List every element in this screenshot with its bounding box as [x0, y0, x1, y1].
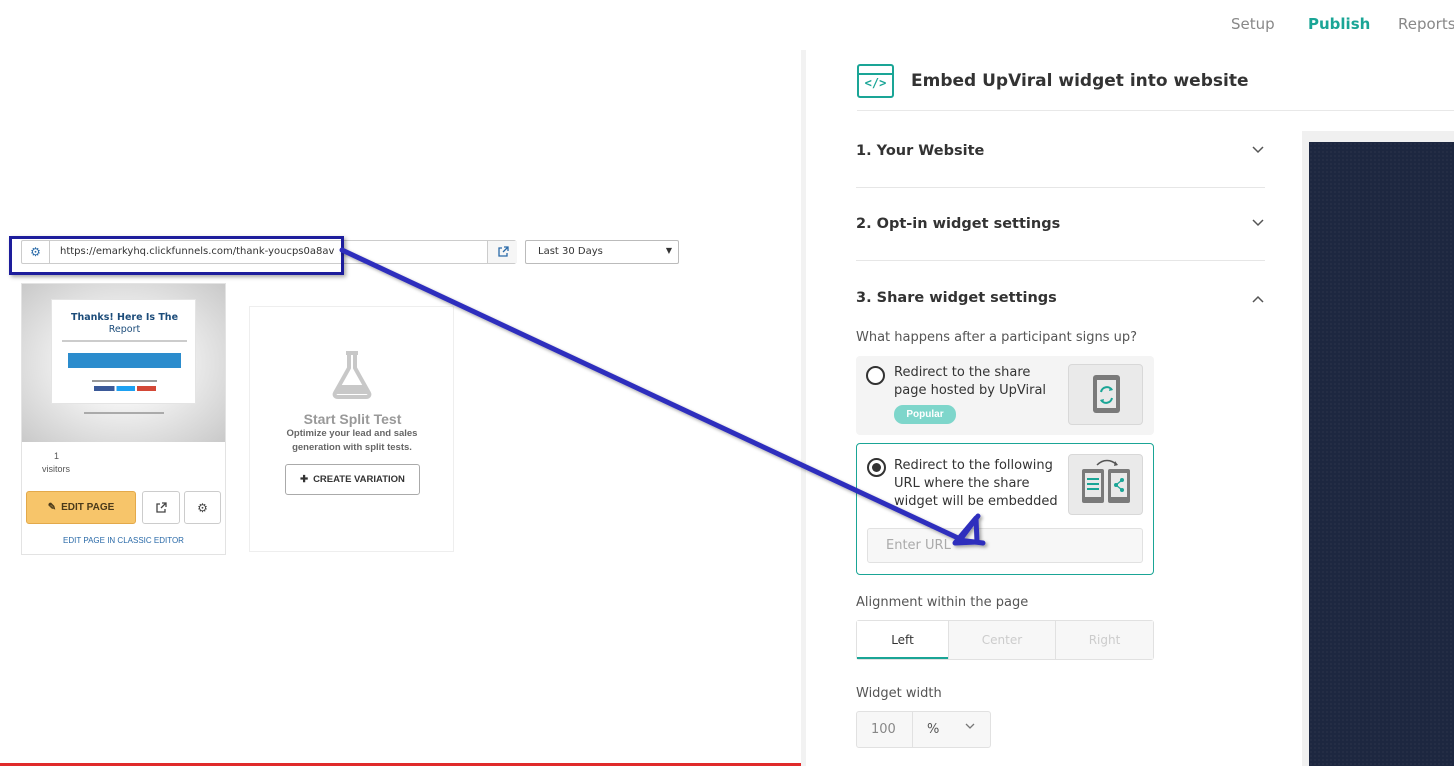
share-url-input[interactable]: Enter URL — [867, 528, 1143, 563]
date-range-value: Last 30 Days — [538, 246, 603, 257]
page-title: Embed UpViral widget into website — [911, 71, 1249, 91]
option1-label: Redirect to the share page hosted by UpV… — [894, 365, 1047, 398]
page-url-text[interactable]: https://emarkyhq.clickfunnels.com/thank-… — [60, 246, 334, 257]
thumbnail-social-buttons — [94, 386, 156, 391]
option-custom-url[interactable]: Redirect to the following URL where the … — [856, 443, 1154, 575]
nav-setup[interactable]: Setup — [1231, 15, 1275, 33]
chevron-up-icon[interactable] — [1252, 292, 1264, 306]
radio-hosted-share-page[interactable] — [866, 366, 885, 385]
nav-reports[interactable]: Reports — [1398, 15, 1454, 33]
section-share-widget[interactable]: 3. Share widget settings — [856, 290, 1057, 306]
gear-icon[interactable]: ⚙ — [22, 241, 50, 263]
page-thumbnail[interactable]: Thanks! Here Is The Report — [22, 284, 225, 442]
classic-editor-link[interactable]: EDIT PAGE IN CLASSIC EDITOR — [22, 536, 225, 545]
visitors-label: visitors — [42, 464, 71, 474]
edit-page-label: EDIT PAGE — [61, 502, 115, 513]
flask-icon — [332, 351, 372, 399]
split-test-description: Optimize your lead and sales generation … — [286, 428, 418, 453]
popular-badge: Popular — [894, 405, 956, 424]
thumbnail-subtext — [62, 340, 187, 342]
align-left-button[interactable]: Left — [857, 621, 948, 659]
header-divider — [857, 110, 1454, 111]
widget-preview — [1309, 142, 1454, 766]
split-test-card: Start Split Test Optimize your lead and … — [249, 306, 454, 552]
panel-divider — [801, 50, 806, 766]
funnel-page-card: Thanks! Here Is The Report 1 visitors ✎ … — [21, 283, 226, 555]
embed-code-icon: </> — [857, 64, 894, 98]
page-settings-button[interactable]: ⚙ — [184, 491, 221, 524]
width-unit-select[interactable]: % — [927, 722, 939, 737]
external-link-icon — [156, 501, 167, 513]
section-optin-widget[interactable]: 2. Opt-in widget settings — [856, 216, 1060, 232]
chevron-down-icon[interactable] — [1252, 216, 1264, 230]
align-right-button[interactable]: Right — [1055, 621, 1153, 659]
page-url-bar[interactable]: ⚙ https://emarkyhq.clickfunnels.com/than… — [21, 240, 517, 264]
widget-width-label: Widget width — [856, 686, 942, 701]
edit-page-button[interactable]: ✎ EDIT PAGE — [26, 491, 136, 524]
date-range-select[interactable]: Last 30 Days ▼ — [525, 240, 679, 264]
thumbnail-share-text — [92, 380, 157, 382]
chevron-down-icon[interactable] — [965, 721, 975, 733]
create-variation-button[interactable]: ✚ CREATE VARIATION — [285, 464, 420, 495]
split-test-title: Start Split Test — [303, 411, 402, 427]
external-link-icon[interactable] — [487, 241, 517, 263]
width-separator — [912, 712, 913, 747]
section-divider — [856, 260, 1265, 261]
share-question: What happens after a participant signs u… — [856, 330, 1138, 345]
open-page-button[interactable] — [142, 491, 180, 524]
chevron-down-icon[interactable] — [1252, 143, 1264, 157]
gear-icon: ⚙ — [197, 500, 208, 515]
widget-width-input[interactable]: 100 — [871, 722, 896, 737]
visitors-count: 1 — [54, 451, 60, 461]
thumbnail-page: Thanks! Here Is The Report — [51, 299, 196, 404]
caret-down-icon: ▼ — [665, 246, 672, 255]
thumbnail-title: Thanks! Here Is The Report — [70, 312, 179, 335]
clickfunnels-panel: ⚙ https://emarkyhq.clickfunnels.com/than… — [0, 0, 805, 766]
plus-icon: ✚ — [300, 474, 309, 485]
alignment-label: Alignment within the page — [856, 595, 1029, 610]
radio-custom-url[interactable] — [867, 458, 886, 477]
nav-publish[interactable]: Publish — [1308, 15, 1370, 33]
alignment-toggle-group: Left Center Right — [856, 620, 1154, 660]
option2-label: Redirect to the following URL where the … — [894, 458, 1058, 509]
section-divider — [856, 187, 1265, 188]
section-your-website[interactable]: 1. Your Website — [856, 143, 984, 159]
option-hosted-share-page[interactable]: Redirect to the share page hosted by UpV… — [856, 356, 1154, 435]
thumbnail-footer — [84, 412, 164, 414]
widget-width-field: 100 % — [856, 711, 991, 748]
hosted-page-icon — [1068, 364, 1143, 425]
edit-icon: ✎ — [47, 502, 57, 513]
thumbnail-download-button — [68, 353, 181, 368]
create-variation-label: CREATE VARIATION — [313, 474, 405, 485]
embedded-widget-icon — [1068, 454, 1143, 515]
align-center-button[interactable]: Center — [948, 621, 1055, 659]
